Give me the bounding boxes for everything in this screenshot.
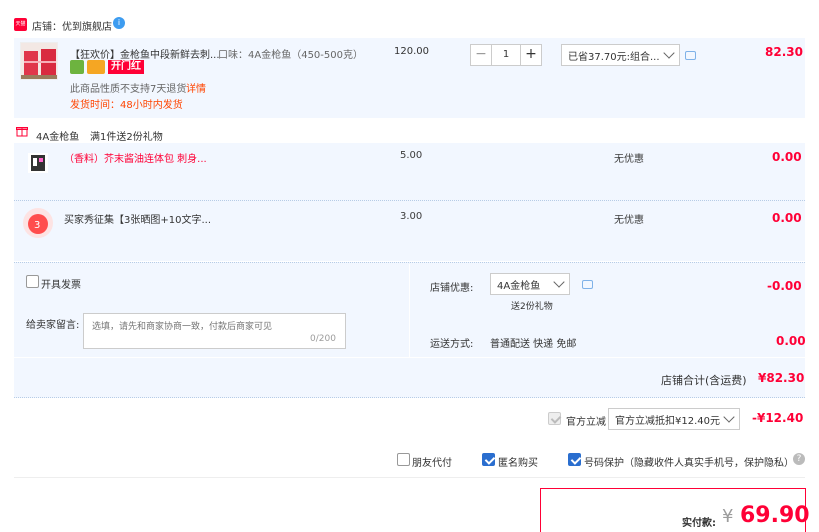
- plus-button[interactable]: +: [521, 45, 541, 65]
- official-discount-label: 官方立减: [566, 417, 606, 428]
- anonymous-checkbox[interactable]: [482, 453, 495, 466]
- promo-select[interactable]: 已省37.70元:组合...: [561, 44, 680, 66]
- tuna-image: [21, 43, 57, 79]
- chevron-down-icon: [663, 47, 675, 59]
- friend-pay-label: 朋友代付: [412, 458, 452, 469]
- shipping-time: 发货时间：48小时内发货: [70, 100, 183, 111]
- promo-tag: 开门红: [108, 60, 144, 74]
- panel-divider: [14, 357, 805, 358]
- gift-thumbnail-2[interactable]: 3: [22, 207, 54, 239]
- anonymous-label: 匿名购买: [498, 458, 538, 469]
- panel-divider: [409, 264, 410, 357]
- shop-discount-label: 店铺优惠:: [430, 283, 474, 294]
- shop-discount-value: 4A金枪鱼: [497, 280, 541, 292]
- detail-link[interactable]: 详情: [186, 80, 206, 95]
- unit-price: 120.00: [394, 46, 429, 57]
- chevron-down-icon: [723, 411, 735, 423]
- seller-message-input[interactable]: [83, 313, 346, 349]
- message-char-count: 0/200: [310, 334, 336, 344]
- quantity-stepper[interactable]: − 1 +: [470, 44, 542, 66]
- invoice-checkbox[interactable]: [26, 275, 39, 288]
- official-discount-value: 官方立减抵扣¥12.40元: [615, 415, 720, 427]
- official-discount-select[interactable]: 官方立减抵扣¥12.40元: [608, 408, 740, 430]
- privacy-label: 号码保护（隐藏收件人真实手机号，保护隐私）: [584, 458, 794, 469]
- svg-text:3: 3: [34, 220, 40, 231]
- guarantee-icon: [70, 60, 84, 74]
- return-policy: 此商品性质不支持7天退货: [70, 84, 187, 95]
- divider: [14, 477, 805, 478]
- shop-discount-select[interactable]: 4A金枪鱼: [490, 273, 570, 295]
- privacy-checkbox[interactable]: [568, 453, 581, 466]
- friend-pay-checkbox[interactable]: [397, 453, 410, 466]
- gift-total-1: 0.00: [772, 150, 802, 164]
- promo-select-value: 已省37.70元:组合...: [568, 51, 660, 63]
- row-divider: [14, 200, 805, 201]
- quantity-value[interactable]: 1: [491, 45, 521, 65]
- gift-price-1: 5.00: [400, 150, 423, 161]
- tmall-badge-icon: 天猫: [14, 18, 27, 31]
- official-discount-amount: -¥12.40: [752, 411, 804, 425]
- item-total: 82.30: [765, 45, 803, 59]
- gift-thumbnail-1[interactable]: [28, 153, 48, 173]
- gift-header-rule: 满1件送2份礼物: [90, 132, 163, 143]
- shop-total-amount: ¥82.30: [758, 371, 805, 385]
- gift-total-2: 0.00: [772, 211, 802, 225]
- item-title[interactable]: 【狂欢价】金枪鱼中段新鲜去刺...: [70, 46, 220, 61]
- invoice-label: 开具发票: [41, 280, 81, 291]
- wangwang-chat-icon[interactable]: i: [113, 17, 125, 29]
- official-discount-checkbox[interactable]: [548, 412, 561, 425]
- shop-name[interactable]: 店铺：优到旗舰店: [32, 18, 112, 33]
- gift-discount-2: 无优惠: [614, 215, 644, 226]
- shop-discount-sub: 送2份礼物: [511, 302, 553, 312]
- payment-amount: 69.90: [740, 503, 810, 528]
- gift-icon: [16, 125, 28, 137]
- shop-total-label: 店铺合计(含运费): [661, 374, 747, 387]
- shipping-label: 运送方式:: [430, 339, 474, 350]
- gift-price-2: 3.00: [400, 211, 423, 222]
- item-sku: 口味：4A金枪鱼（450-500克）: [218, 50, 363, 61]
- message-icon[interactable]: [582, 280, 593, 289]
- shop-discount-amount: -0.00: [767, 279, 802, 293]
- card-icon: [87, 60, 105, 74]
- message-label: 给卖家留言:: [26, 320, 80, 331]
- gift-header-item: 4A金枪鱼: [36, 132, 80, 143]
- shipping-value: 普通配送 快递 免邮: [490, 339, 577, 350]
- item-thumbnail[interactable]: [20, 42, 58, 80]
- chevron-down-icon: [553, 276, 565, 288]
- gift-title-2[interactable]: 买家秀征集【3张晒图+10文字...: [64, 211, 211, 226]
- minus-button[interactable]: −: [471, 45, 491, 65]
- shipping-amount: 0.00: [776, 334, 806, 348]
- gift-discount-1: 无优惠: [614, 154, 644, 165]
- help-icon[interactable]: ?: [793, 453, 805, 465]
- currency-symbol: ¥: [722, 506, 734, 527]
- gift-title-1[interactable]: （香料）芥末酱油连体包 刺身...: [64, 150, 207, 165]
- message-icon[interactable]: [685, 51, 696, 60]
- payment-label: 实付款:: [682, 518, 716, 529]
